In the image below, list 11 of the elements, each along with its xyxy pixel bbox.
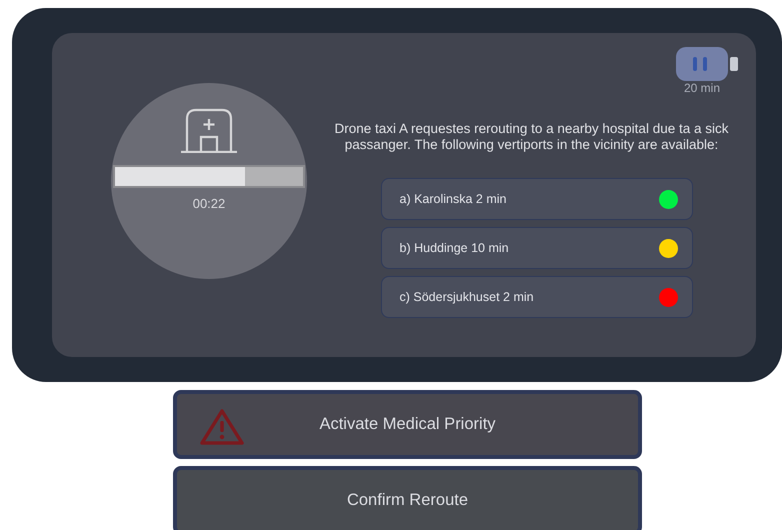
medical-priority-button[interactable]: Activate Medical Priority (173, 390, 642, 459)
question-text: Drone taxi A requestes rerouting to a nearby hospital due ta a sick passanger. The following vertiports in the vicinity are available: (334, 121, 730, 153)
warning-icon (199, 408, 245, 446)
confirm-button[interactable]: Confirm Reroute (173, 466, 642, 530)
timer-text: 00:22 (192, 195, 226, 213)
option-button[interactable]: b) Huddinge 10 min (380, 227, 692, 269)
option-button[interactable]: c) Södersjukhuset 2 min (380, 276, 692, 318)
option-button[interactable]: a) Karolinska 2 min (380, 178, 692, 220)
battery-label: 20 min (684, 82, 720, 94)
hospital-icon (180, 107, 238, 153)
battery-icon (676, 47, 740, 81)
